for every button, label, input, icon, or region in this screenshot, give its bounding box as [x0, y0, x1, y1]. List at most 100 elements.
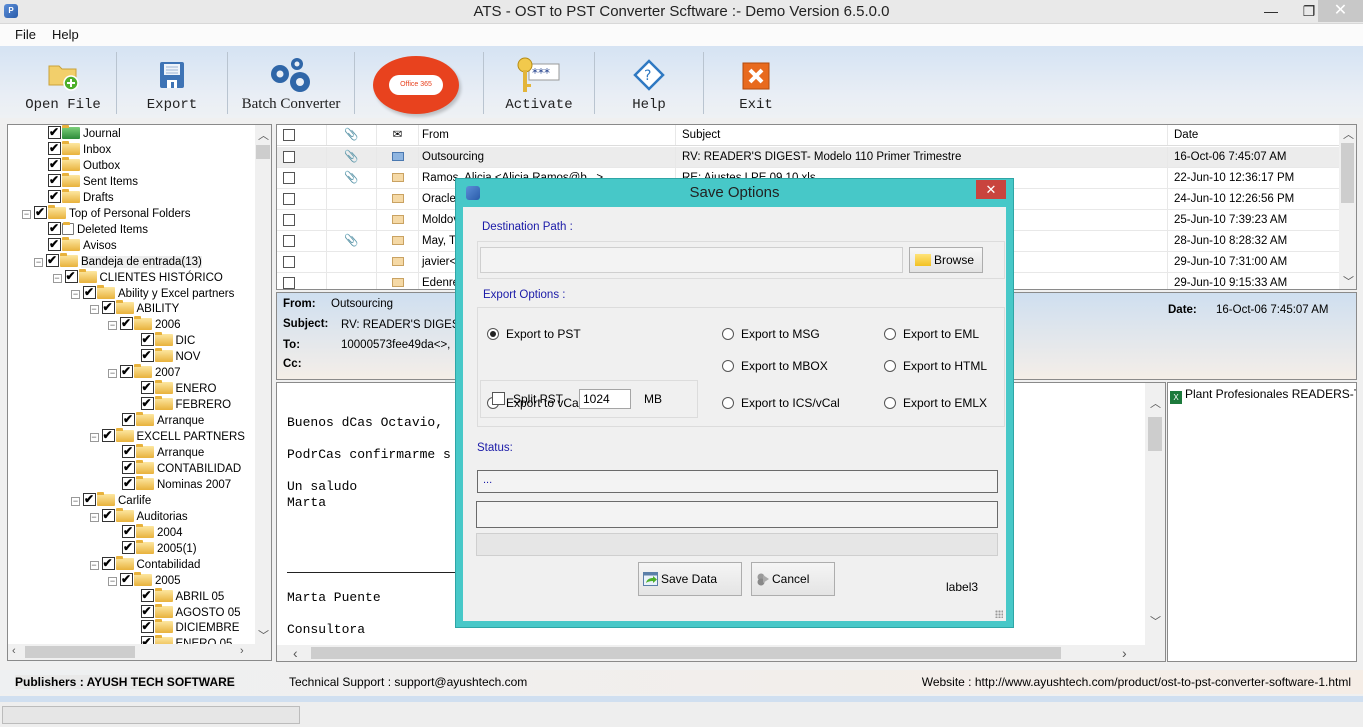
- split-pst-checkbox[interactable]: [492, 392, 505, 405]
- tree-checkbox[interactable]: [140, 379, 154, 395]
- tree-checkbox[interactable]: [48, 236, 61, 252]
- tree-checkbox[interactable]: [48, 220, 61, 236]
- collapse-toggle-icon[interactable]: −: [89, 305, 99, 315]
- tree-item[interactable]: CONTABILIDAD: [122, 459, 241, 477]
- mail-row-checkbox[interactable]: [277, 252, 327, 272]
- tree-checkbox[interactable]: [34, 204, 47, 220]
- tree-checkbox[interactable]: [101, 555, 115, 571]
- tree-vertical-scrollbar[interactable]: ︿ ﹀: [255, 125, 271, 645]
- tree-item[interactable]: Sent Items: [48, 172, 138, 190]
- open-file-button[interactable]: Open File: [10, 46, 116, 118]
- tree-checkbox[interactable]: [101, 507, 115, 523]
- body-horizontal-scrollbar[interactable]: ‹ ›: [277, 645, 1165, 661]
- exit-button[interactable]: Exit: [704, 46, 808, 118]
- tree-checkbox[interactable]: [120, 363, 133, 379]
- mail-list-scroll-thumb[interactable]: [1341, 143, 1354, 203]
- tree-scroll-thumb[interactable]: [256, 145, 270, 159]
- menu-file[interactable]: File: [15, 27, 36, 42]
- attachment-column-icon[interactable]: 📎: [327, 125, 377, 145]
- tree-item[interactable]: Avisos: [48, 236, 117, 254]
- save-data-button[interactable]: Save Data: [638, 562, 742, 596]
- collapse-toggle-icon[interactable]: −: [108, 321, 117, 331]
- tree-checkbox[interactable]: [48, 172, 61, 188]
- website-link[interactable]: Website : http://www.ayushtech.com/produ…: [922, 675, 1351, 689]
- mail-type-column-icon[interactable]: ✉: [377, 125, 419, 145]
- tree-item[interactable]: Deleted Items: [48, 220, 148, 238]
- export-emlx-radio[interactable]: Export to EMLX: [884, 396, 987, 410]
- tree-checkbox[interactable]: [120, 315, 133, 331]
- batch-converter-button[interactable]: Batch Converter: [228, 46, 354, 118]
- tree-checkbox[interactable]: [140, 395, 154, 411]
- collapse-toggle-icon[interactable]: −: [22, 209, 31, 219]
- tree-item[interactable]: − Bandeja de entrada(13): [34, 252, 202, 270]
- collapse-toggle-icon[interactable]: −: [52, 273, 62, 283]
- tree-item[interactable]: ABRIL 05: [140, 587, 224, 605]
- tree-checkbox[interactable]: [140, 603, 154, 619]
- collapse-toggle-icon[interactable]: −: [89, 560, 99, 570]
- folder-tree[interactable]: Journal Inbox Outbox Sent Items Drafts − Top o…: [7, 124, 272, 661]
- tree-item[interactable]: − Top of Personal Folders: [22, 204, 190, 222]
- export-html-radio[interactable]: Export to HTML: [884, 359, 987, 373]
- export-pst-radio[interactable]: Export to PST: [487, 327, 581, 341]
- mail-row-checkbox[interactable]: [277, 210, 327, 230]
- tree-item[interactable]: − EXCELL PARTNERS: [89, 427, 245, 445]
- scroll-down-icon[interactable]: ﹀: [258, 627, 269, 643]
- tree-checkbox[interactable]: [101, 427, 115, 443]
- collapse-toggle-icon[interactable]: −: [71, 289, 80, 299]
- tree-item[interactable]: Drafts: [48, 188, 114, 206]
- scroll-up-icon[interactable]: ︿: [1343, 126, 1354, 142]
- body-vertical-scrollbar[interactable]: ︿ ﹀: [1145, 383, 1165, 645]
- tree-item[interactable]: − ABILITY: [89, 299, 179, 317]
- from-column-header[interactable]: From: [419, 125, 676, 145]
- mail-row-checkbox[interactable]: [277, 147, 327, 167]
- tree-checkbox[interactable]: [101, 299, 115, 315]
- dialog-title-bar[interactable]: Save Options ✕: [456, 179, 1013, 207]
- tree-item[interactable]: 2005(1): [122, 539, 197, 557]
- dialog-close-button[interactable]: ✕: [976, 180, 1006, 199]
- collapse-toggle-icon[interactable]: −: [108, 369, 117, 379]
- tree-item[interactable]: Arranque: [122, 443, 204, 461]
- tree-hscroll-thumb[interactable]: [25, 646, 135, 658]
- select-all-checkbox[interactable]: [277, 125, 327, 145]
- tree-checkbox[interactable]: [140, 347, 154, 363]
- tree-checkbox[interactable]: [140, 587, 154, 603]
- subject-column-header[interactable]: Subject: [676, 125, 1168, 145]
- cancel-button[interactable]: Cancel: [751, 562, 835, 596]
- scroll-up-icon[interactable]: ︿: [1150, 395, 1161, 411]
- tree-checkbox[interactable]: [122, 475, 135, 491]
- tree-item[interactable]: − CLIENTES HISTÓRICO: [52, 268, 223, 286]
- tree-horizontal-scrollbar[interactable]: ‹ ›: [8, 644, 271, 660]
- tree-checkbox[interactable]: [83, 491, 96, 507]
- scroll-down-icon[interactable]: ﹀: [1343, 273, 1354, 289]
- collapse-toggle-icon[interactable]: −: [34, 257, 43, 267]
- tree-item[interactable]: Arranque: [122, 411, 204, 429]
- tree-checkbox[interactable]: [48, 125, 61, 140]
- tree-item[interactable]: ENERO: [140, 379, 216, 397]
- tree-item[interactable]: − Ability y Excel partners: [71, 284, 234, 302]
- attachment-item[interactable]: XPlant Profesionales READERS-TRIM: [1170, 387, 1356, 404]
- tree-item[interactable]: − Auditorias: [89, 507, 188, 525]
- tree-checkbox[interactable]: [140, 331, 154, 347]
- scroll-left-icon[interactable]: ‹: [293, 645, 298, 661]
- body-hscroll-thumb[interactable]: [311, 647, 1061, 659]
- export-button[interactable]: Export: [117, 46, 227, 118]
- export-mbox-radio[interactable]: Export to MBOX: [722, 359, 828, 373]
- tree-checkbox[interactable]: [48, 188, 61, 204]
- body-scroll-thumb[interactable]: [1148, 417, 1162, 451]
- tree-checkbox[interactable]: [83, 284, 96, 300]
- close-window-button[interactable]: ✕: [1318, 0, 1363, 22]
- destination-path-input[interactable]: [480, 247, 903, 273]
- collapse-toggle-icon[interactable]: −: [71, 496, 80, 506]
- mail-list-scrollbar[interactable]: ︿ ﹀: [1339, 125, 1356, 289]
- mail-row-checkbox[interactable]: [277, 273, 327, 289]
- tree-checkbox[interactable]: [122, 411, 135, 427]
- office365-button[interactable]: Office 365: [355, 46, 483, 118]
- resize-grip[interactable]: [995, 610, 1003, 618]
- tree-checkbox[interactable]: [122, 523, 135, 539]
- export-msg-radio[interactable]: Export to MSG: [722, 327, 820, 341]
- date-column-header[interactable]: Date: [1168, 125, 1340, 145]
- collapse-toggle-icon[interactable]: −: [89, 512, 99, 522]
- menu-help[interactable]: Help: [52, 27, 79, 42]
- tree-checkbox[interactable]: [48, 140, 61, 156]
- tree-item[interactable]: AGOSTO 05: [140, 603, 240, 621]
